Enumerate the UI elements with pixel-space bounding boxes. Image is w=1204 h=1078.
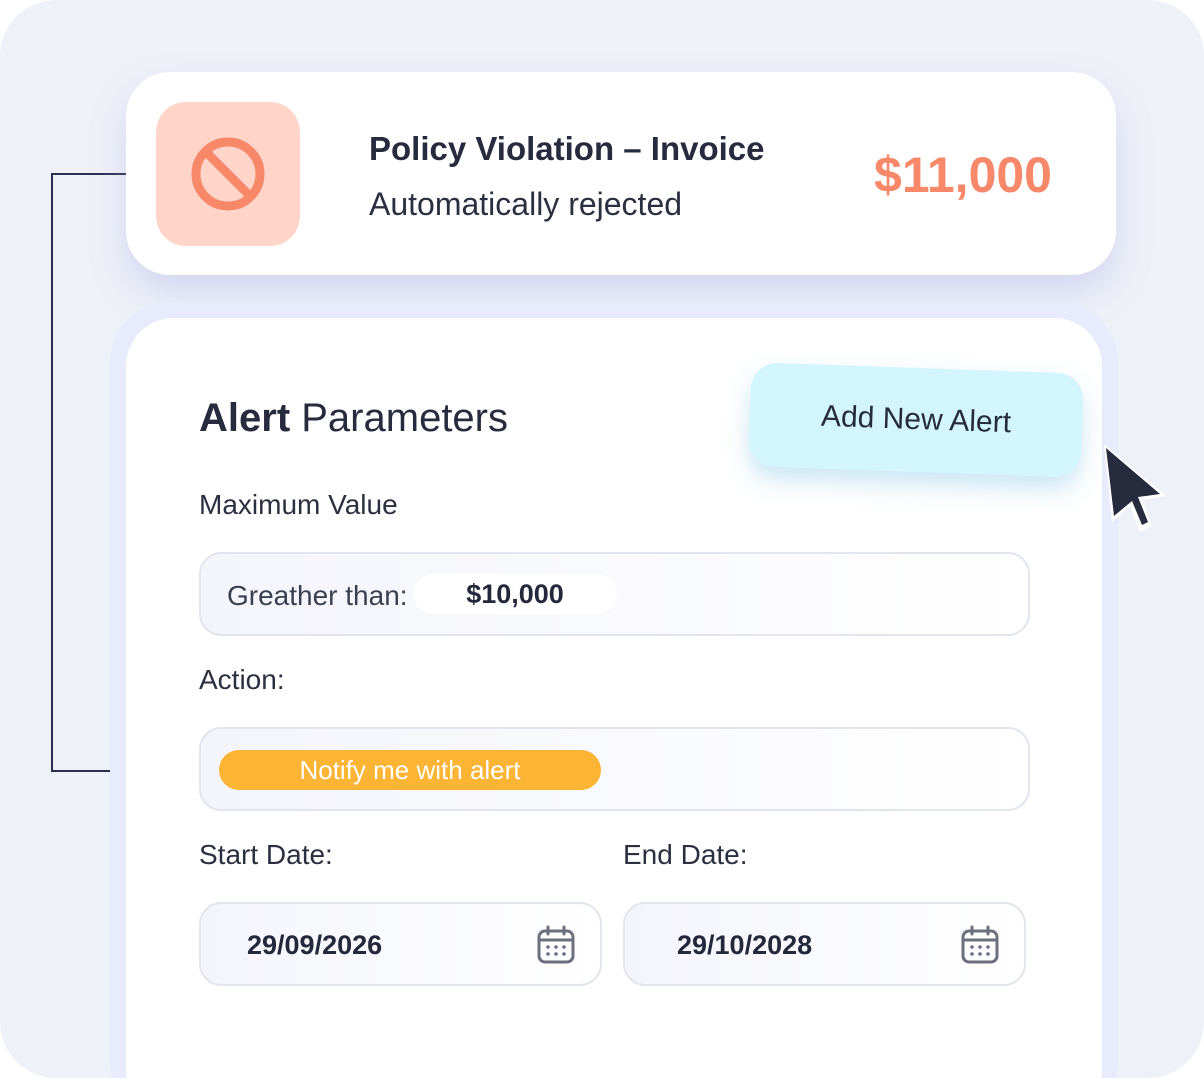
maximum-value-input[interactable] <box>413 574 617 614</box>
end-date-field[interactable]: 29/10/2028 <box>623 902 1026 986</box>
end-date-value: 29/10/2028 <box>677 930 813 960</box>
calendar-icon[interactable] <box>536 925 576 965</box>
add-new-alert-button[interactable]: Add New Alert <box>748 362 1084 478</box>
panel-title-rest: Parameters <box>290 396 508 440</box>
canvas-background: Policy Violation – Invoice Automatically… <box>0 0 1204 1078</box>
maximum-value-prefix: Greather than: <box>227 580 408 611</box>
action-field[interactable]: Notify me with alert <box>199 727 1030 811</box>
prohibited-icon <box>191 137 265 211</box>
violation-title: Policy Violation – Invoice <box>369 130 765 167</box>
violation-icon-box <box>156 102 300 246</box>
violation-subtitle: Automatically rejected <box>369 186 683 222</box>
policy-violation-card[interactable]: Policy Violation – Invoice Automatically… <box>126 72 1116 275</box>
maximum-value-label: Maximum Value <box>199 489 398 520</box>
pointer-cursor-icon <box>1104 444 1166 532</box>
action-label: Action: <box>199 664 285 695</box>
end-date-label: End Date: <box>623 839 748 870</box>
start-date-value: 29/09/2026 <box>247 930 383 960</box>
panel-title: Alert Parameters <box>199 396 508 441</box>
panel-title-bold: Alert <box>199 396 291 440</box>
calendar-icon[interactable] <box>960 925 1000 965</box>
action-chip-notify[interactable]: Notify me with alert <box>219 750 601 790</box>
start-date-label: Start Date: <box>199 839 333 870</box>
start-date-field[interactable]: 29/09/2026 <box>199 902 602 986</box>
maximum-value-field[interactable]: Greather than: <box>199 552 1030 636</box>
violation-amount: $11,000 <box>874 147 1052 203</box>
